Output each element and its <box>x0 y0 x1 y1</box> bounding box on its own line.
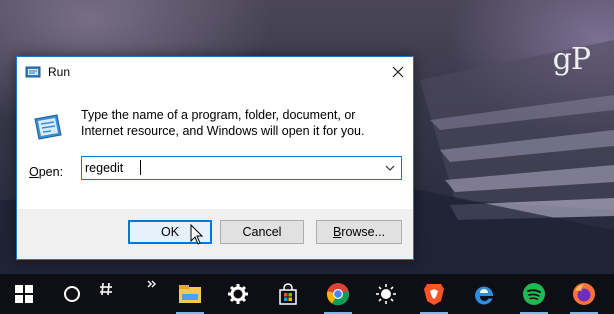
taskbar-file-explorer[interactable] <box>170 274 210 314</box>
cancel-button[interactable]: Cancel <box>220 220 304 244</box>
mouse-pointer-icon <box>190 224 204 245</box>
text-caret <box>140 160 141 175</box>
overflow-button[interactable] <box>132 274 172 314</box>
open-combobox[interactable]: regedit <box>81 156 402 180</box>
taskbar-settings[interactable] <box>218 274 258 314</box>
browse-button[interactable]: Browse... <box>316 220 402 244</box>
start-button[interactable] <box>4 274 44 314</box>
taskbar-brightness[interactable] <box>366 274 406 314</box>
open-label-accelerator: O <box>29 165 39 179</box>
run-dialog: Run Type the name of a program, folder, … <box>16 56 414 260</box>
settings-icon <box>228 284 248 304</box>
timeline-button[interactable] <box>86 274 126 314</box>
open-input[interactable]: regedit <box>85 161 123 175</box>
taskbar-store[interactable] <box>268 274 308 314</box>
open-label-text: pen: <box>38 165 64 179</box>
sun-icon <box>376 284 396 304</box>
edge-icon <box>475 286 494 305</box>
brave-icon <box>424 284 444 305</box>
open-label: Open: <box>29 165 63 179</box>
dialog-content: Type the name of a program, folder, docu… <box>17 87 413 209</box>
store-icon <box>279 283 297 305</box>
taskbar-firefox[interactable] <box>564 274 604 314</box>
spotify-icon <box>523 283 545 305</box>
run-app-icon <box>25 66 41 78</box>
title-bar[interactable]: Run <box>17 57 413 87</box>
timeline-icon <box>100 282 112 296</box>
chevron-down-icon <box>385 165 395 171</box>
start-icon <box>15 285 33 303</box>
taskbar-edge[interactable] <box>464 274 504 314</box>
overflow-chevron-icon <box>147 280 156 288</box>
taskbar-brave[interactable] <box>414 274 454 314</box>
cortana-icon <box>64 286 80 302</box>
dialog-description: Type the name of a program, folder, docu… <box>81 108 365 138</box>
taskbar-chrome[interactable] <box>318 274 358 314</box>
taskbar-spotify[interactable] <box>514 274 554 314</box>
dialog-title: Run <box>48 65 71 79</box>
browse-label: rowse... <box>341 225 386 239</box>
chrome-icon <box>326 283 350 306</box>
site-watermark: gP <box>552 42 591 77</box>
close-icon <box>392 66 404 78</box>
browse-accelerator: B <box>332 225 342 239</box>
run-program-icon <box>34 114 62 140</box>
close-button[interactable] <box>383 57 413 87</box>
file-explorer-icon <box>179 285 201 303</box>
taskbar <box>0 274 614 314</box>
firefox-icon <box>573 283 595 305</box>
dropdown-button[interactable] <box>381 157 399 179</box>
